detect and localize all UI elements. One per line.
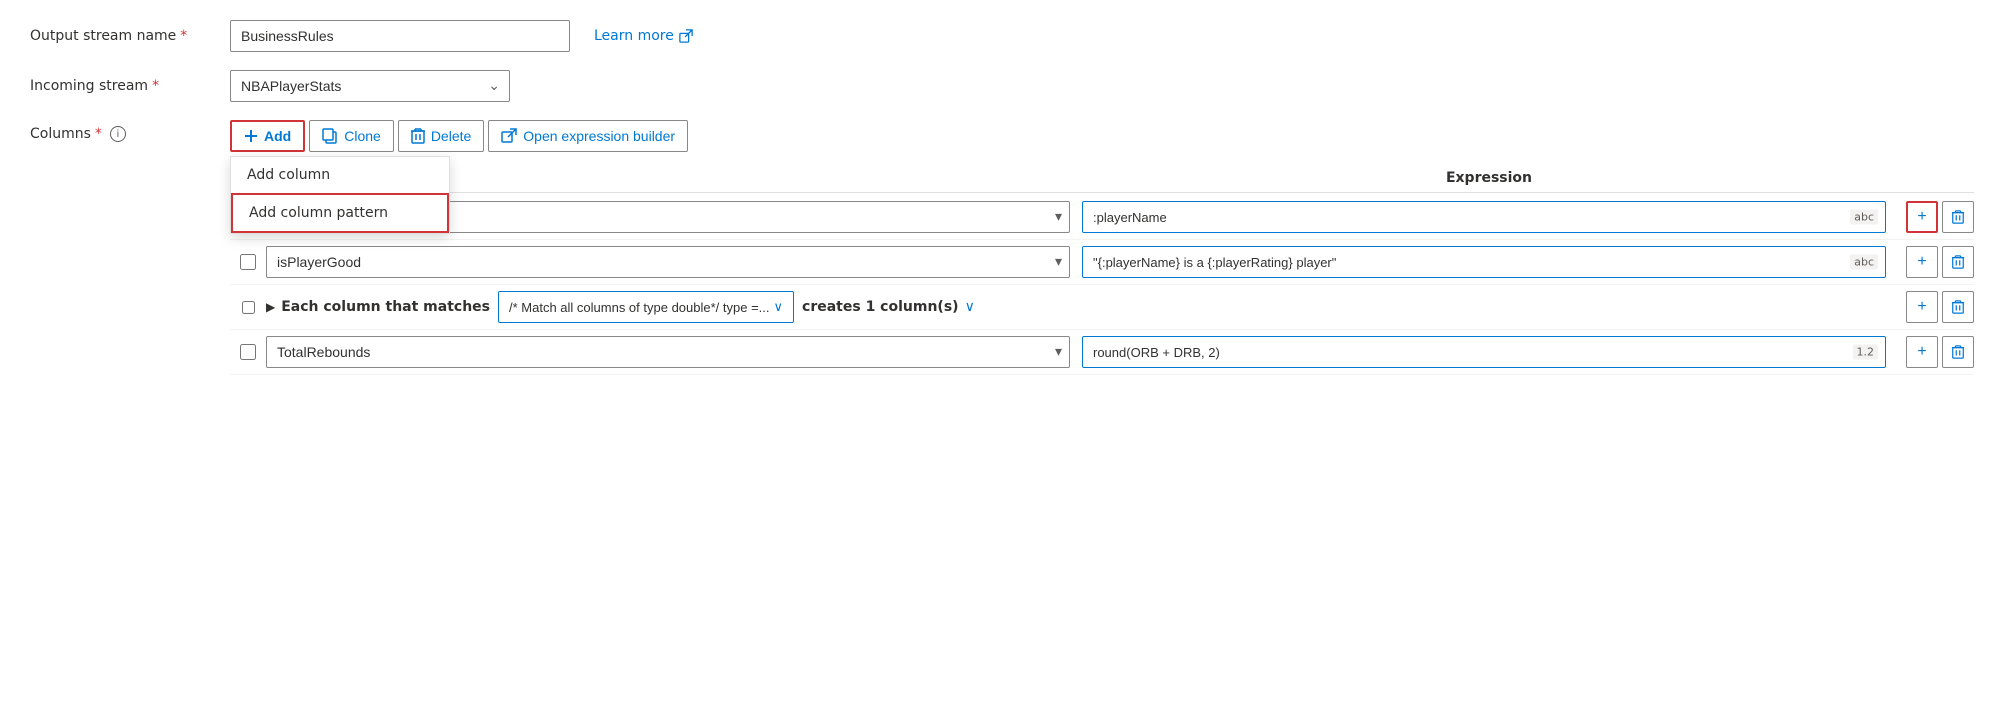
table-row: playerName ▾ abc + — [230, 195, 1974, 240]
row-4-actions: + — [1894, 336, 1974, 368]
open-external-icon — [501, 128, 517, 144]
output-stream-input[interactable] — [230, 20, 570, 52]
pattern-row: ▶ Each column that matches /* Match all … — [230, 285, 1974, 330]
row-1-expression: abc — [1082, 201, 1894, 233]
pattern-label: Each column that matches — [281, 299, 490, 315]
external-link-icon — [679, 29, 693, 43]
row-4-delete-button[interactable] — [1942, 336, 1974, 368]
incoming-required-star: * — [152, 78, 159, 94]
row-4-name: TotalRebounds ▾ — [266, 336, 1082, 368]
row-2-col-select[interactable]: isPlayerGood — [266, 246, 1070, 278]
pattern-delete-button[interactable] — [1942, 291, 1974, 323]
clone-button[interactable]: Clone — [309, 120, 394, 152]
row-1-type-badge: abc — [1850, 210, 1878, 225]
add-dropdown-menu: Add column Add column pattern — [230, 156, 450, 234]
row-2-name: isPlayerGood ▾ — [266, 246, 1082, 278]
output-stream-row: Output stream name * Learn more — [30, 20, 1974, 52]
toolbar: Add Clone Delete — [230, 120, 1974, 152]
pattern-add-button[interactable]: + — [1906, 291, 1938, 323]
columns-section: Columns * i Add Clone — [30, 120, 1974, 375]
learn-more-link[interactable]: Learn more — [594, 28, 693, 44]
add-column-pattern-menu-item[interactable]: Add column pattern — [231, 193, 449, 233]
incoming-stream-label: Incoming stream * — [30, 78, 230, 94]
incoming-stream-dropdown-wrapper: NBAPlayerStats ⌄ — [230, 70, 510, 102]
row-2-type-badge: abc — [1850, 255, 1878, 270]
pattern-expression-button[interactable]: /* Match all columns of type double*/ ty… — [498, 291, 794, 323]
required-star: * — [180, 28, 187, 44]
row-4-type-badge: 1.2 — [1853, 345, 1879, 360]
pattern-expr-text: /* Match all columns of type double*/ ty… — [509, 300, 770, 315]
pattern-check[interactable] — [242, 301, 255, 314]
th-expression: Expression — [1084, 170, 1894, 186]
incoming-stream-row: Incoming stream * NBAPlayerStats ⌄ — [30, 70, 1974, 102]
row-4-expression: 1.2 — [1082, 336, 1894, 368]
columns-table: Expression playerName ▾ — [230, 164, 1974, 375]
add-button[interactable]: Add — [230, 120, 305, 152]
row-2-expr-input[interactable] — [1082, 246, 1886, 278]
row-2-col-dropdown-wrapper: isPlayerGood ▾ — [266, 246, 1070, 278]
pattern-expand-icon[interactable]: ▶ — [266, 300, 275, 314]
row-4-checkbox — [230, 344, 266, 360]
row-1-actions: + — [1894, 201, 1974, 233]
table-row: isPlayerGood ▾ abc + — [230, 240, 1974, 285]
incoming-stream-select[interactable]: NBAPlayerStats — [230, 70, 510, 102]
row-1-add-button[interactable]: + — [1906, 201, 1938, 233]
trash-icon — [1951, 300, 1965, 314]
row-4-check[interactable] — [240, 344, 256, 360]
add-column-menu-item[interactable]: Add column — [231, 157, 449, 193]
row-2-delete-button[interactable] — [1942, 246, 1974, 278]
trash-icon — [1951, 345, 1965, 359]
pattern-creates-label: creates 1 column(s) — [802, 299, 959, 315]
clone-icon — [322, 128, 338, 144]
pattern-collapse-icon[interactable]: ∨ — [965, 299, 975, 315]
delete-icon — [411, 128, 425, 144]
trash-icon — [1951, 255, 1965, 269]
trash-icon — [1951, 210, 1965, 224]
row-2-expr-wrapper: abc — [1082, 246, 1886, 278]
row-4-expr-wrapper: 1.2 — [1082, 336, 1886, 368]
columns-label: Columns * i — [30, 120, 230, 142]
table-row: TotalRebounds ▾ 1.2 + — [230, 330, 1974, 375]
plus-icon — [244, 129, 258, 143]
info-icon: i — [110, 126, 126, 142]
columns-content: Add Clone Delete — [230, 120, 1974, 375]
pattern-checkbox — [230, 301, 266, 314]
open-expression-builder-button[interactable]: Open expression builder — [488, 120, 688, 152]
row-1-delete-button[interactable] — [1942, 201, 1974, 233]
row-4-expr-input[interactable] — [1082, 336, 1886, 368]
row-2-add-button[interactable]: + — [1906, 246, 1938, 278]
row-2-actions: + — [1894, 246, 1974, 278]
table-header: Expression — [230, 164, 1974, 193]
pattern-actions: + — [1906, 291, 1974, 323]
columns-required-star: * — [95, 126, 102, 142]
delete-button[interactable]: Delete — [398, 120, 484, 152]
row-1-expr-wrapper: abc — [1082, 201, 1886, 233]
row-2-expression: abc — [1082, 246, 1894, 278]
row-4-col-dropdown-wrapper: TotalRebounds ▾ — [266, 336, 1070, 368]
output-stream-label: Output stream name * — [30, 28, 230, 44]
row-4-add-button[interactable]: + — [1906, 336, 1938, 368]
row-2-checkbox — [230, 254, 266, 270]
row-1-expr-input[interactable] — [1082, 201, 1886, 233]
row-2-check[interactable] — [240, 254, 256, 270]
pattern-expr-expand-icon: ∨ — [774, 299, 784, 315]
row-4-col-select[interactable]: TotalRebounds — [266, 336, 1070, 368]
